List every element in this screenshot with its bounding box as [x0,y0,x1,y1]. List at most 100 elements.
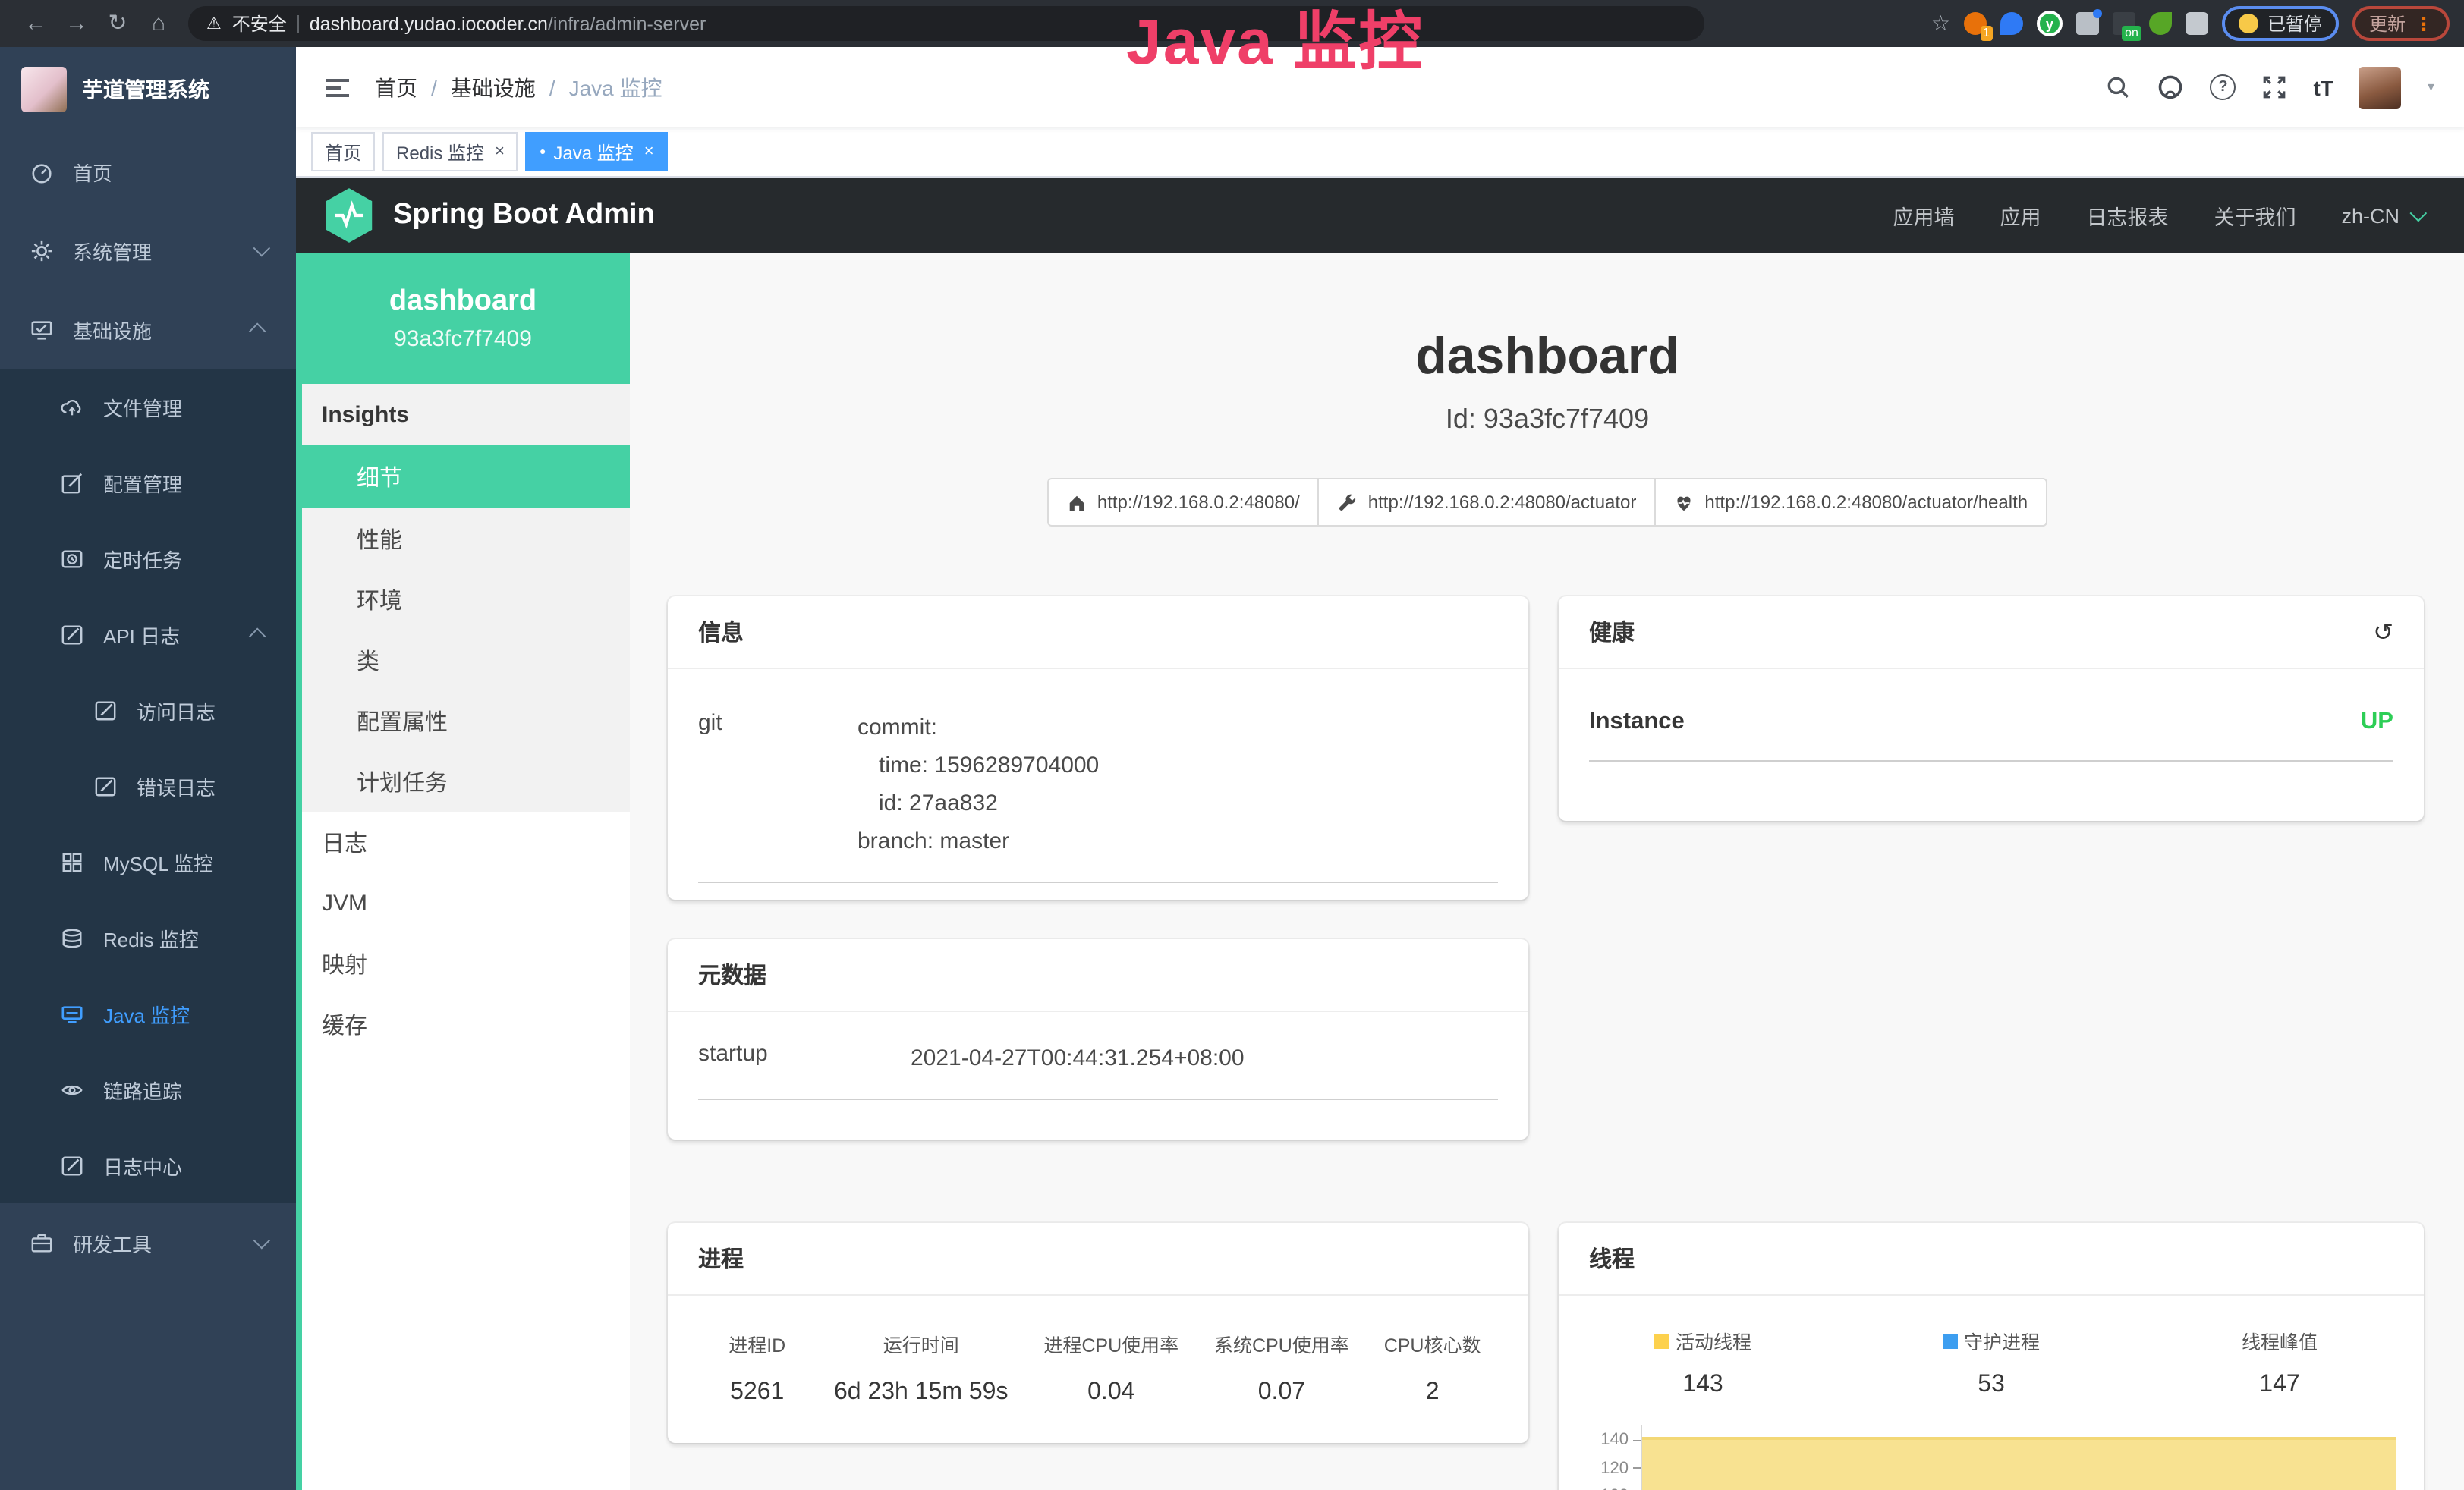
legend-peak-threads: 线程峰值 147 [2135,1326,2424,1399]
sidebar-label: 基础设施 [73,315,234,344]
sidebar-item-infra[interactable]: 基础设施 [0,290,296,369]
tags-view-bar: 首页 Redis 监控× ●Java 监控× [296,127,2464,178]
sba-side-item-classes[interactable]: 类 [302,630,630,690]
sba-side-item-scheduled-tasks[interactable]: 计划任务 [302,751,630,812]
extension-leaf-icon[interactable] [2149,12,2172,35]
extensions-puzzle-icon[interactable] [2186,12,2208,35]
gear-icon [30,239,53,262]
legend-daemon-threads: 守护进程 53 [1847,1326,2135,1399]
extension-switch-icon[interactable]: on [2113,12,2135,35]
github-icon[interactable] [2157,74,2185,101]
tab-redis-monitor[interactable]: Redis 监控× [382,132,518,171]
browser-reload-icon[interactable]: ↻ [97,0,138,47]
metadata-row-value: 2021-04-27T00:44:31.254+08:00 [911,1039,1245,1077]
sidebar-item-redis-monitor[interactable]: Redis 监控 [0,900,296,976]
sba-side-nav: Insights 细节 性能 环境 类 配置属性 计划任务 日志 JVM 映射 … [296,384,630,1490]
sba-side-item-config-props[interactable]: 配置属性 [302,690,630,751]
service-url-button[interactable]: http://192.168.0.2:48080/ [1047,478,1320,527]
sidebar-item-home[interactable]: 首页 [0,132,296,211]
status-badge: UP [2361,709,2393,736]
sba-app-id: 93a3fc7f7409 [394,326,532,352]
chrome-update-button[interactable]: 更新⋮ [2352,6,2450,41]
ytick: 120 [1600,1454,1641,1482]
spring-boot-admin-logo [323,187,375,244]
sidebar-label: Java 监控 [103,999,266,1028]
sidebar-item-file-manage[interactable]: 文件管理 [0,369,296,445]
sba-side-item-logs[interactable]: 日志 [302,812,630,872]
git-commit-line: commit: [858,709,1099,747]
sba-side-item-details[interactable]: 细节 [302,445,630,508]
sidebar-label: 研发工具 [73,1228,234,1257]
process-header-proc-cpu: 进程CPU使用率 [1026,1329,1197,1358]
sba-side-item-mappings[interactable]: 映射 [302,933,630,994]
legend-value: 53 [1847,1372,2135,1399]
bookmark-star-icon[interactable]: ☆ [1931,11,1950,36]
address-bar[interactable]: ⚠ 不安全 dashboard.yudao.iocoder.cn/infra/a… [188,6,1704,41]
sidebar-label: 日志中心 [103,1151,266,1180]
sba-language-select[interactable]: zh-CN [2341,204,2422,227]
extension-y-icon[interactable]: y [2037,11,2063,36]
sba-side-item-metrics[interactable]: 性能 [302,508,630,569]
user-avatar[interactable] [2359,66,2402,108]
sidebar-item-system[interactable]: 系统管理 [0,211,296,290]
sidebar-item-config-manage[interactable]: 配置管理 [0,445,296,520]
search-icon[interactable] [2106,74,2132,100]
sba-side-item-environment[interactable]: 环境 [302,569,630,630]
sba-nav: 应用墙 应用 日志报表 关于我们 zh-CN [1893,200,2464,231]
browser-home-icon[interactable]: ⌂ [138,0,179,47]
page-url[interactable]: dashboard.yudao.iocoder.cn/infra/admin-s… [310,13,706,34]
avatar-caret-icon[interactable]: ▾ [2428,79,2434,96]
breadcrumb-infra[interactable]: 基础设施 [451,72,536,102]
sidebar-item-access-log[interactable]: 访问日志 [0,672,296,748]
app-logo-row[interactable]: 芋道管理系统 [0,47,296,132]
sidebar-item-dev-tools[interactable]: 研发工具 [0,1203,296,1282]
sidebar-item-mysql-monitor[interactable]: MySQL 监控 [0,824,296,900]
sba-side-item-jvm[interactable]: JVM [302,872,630,933]
health-url-button[interactable]: http://192.168.0.2:48080/actuator/health [1654,478,2047,527]
extension-grid-icon[interactable] [2076,12,2099,35]
browser-back-icon[interactable]: ← [15,0,56,47]
tab-close-icon[interactable]: × [644,143,654,161]
legend-swatch-blue [1943,1333,1958,1348]
profile-paused-badge[interactable]: 已暂停 [2222,6,2339,41]
git-branch-line: branch: master [858,822,1099,860]
sidebar-item-error-log[interactable]: 错误日志 [0,748,296,824]
health-instance-row[interactable]: Instance UP [1589,709,2393,762]
sba-nav-applications[interactable]: 应用 [2000,200,2041,231]
security-label[interactable]: 不安全 [232,11,287,36]
breadcrumb-home[interactable]: 首页 [375,72,417,102]
tab-java-monitor[interactable]: ●Java 监控× [526,132,668,171]
browser-menu-icon[interactable]: ⋮ [2415,13,2433,34]
help-icon[interactable]: ? [2211,74,2236,100]
browser-forward-icon[interactable]: → [56,0,97,47]
sba-title[interactable]: Spring Boot Admin [393,199,655,232]
sidebar-item-tracing[interactable]: 链路追踪 [0,1051,296,1127]
sidebar-item-scheduled-jobs[interactable]: 定时任务 [0,520,296,596]
extension-pin-icon[interactable] [2000,12,2023,35]
extension-orange-icon[interactable]: 1 [1964,12,1987,35]
sba-nav-wallboard[interactable]: 应用墙 [1893,200,1954,231]
legend-live-threads: 活动线程 143 [1559,1326,1847,1399]
sidebar-item-java-monitor[interactable]: Java 监控 [0,976,296,1051]
sba-side-item-caches[interactable]: 缓存 [302,994,630,1055]
health-row-label: Instance [1589,709,1685,736]
fullscreen-icon[interactable] [2262,74,2288,100]
sba-app-header[interactable]: dashboard 93a3fc7f7409 [296,253,630,384]
sba-nav-journal[interactable]: 日志报表 [2086,200,2168,231]
font-size-icon[interactable]: tT [2314,75,2333,99]
sba-nav-about[interactable]: 关于我们 [2214,200,2296,231]
sba-app-name: dashboard [389,285,537,319]
process-card-title: 进程 [698,1243,744,1275]
chevron-up-icon [249,628,266,646]
sidebar-item-api-log[interactable]: API 日志 [0,596,296,672]
actuator-url-button[interactable]: http://192.168.0.2:48080/actuator [1318,478,1657,527]
address-divider [297,14,299,33]
monitor-icon [30,318,53,341]
tab-close-icon[interactable]: × [495,143,505,161]
history-icon[interactable]: ↺ [2373,617,2393,647]
eye-icon [61,1078,83,1101]
tab-home[interactable]: 首页 [311,132,375,171]
sidebar-item-log-center[interactable]: 日志中心 [0,1127,296,1203]
screen: ← → ↻ ⌂ ⚠ 不安全 dashboard.yudao.iocoder.cn… [0,0,2464,1490]
sidebar-toggle-icon[interactable] [326,78,349,96]
